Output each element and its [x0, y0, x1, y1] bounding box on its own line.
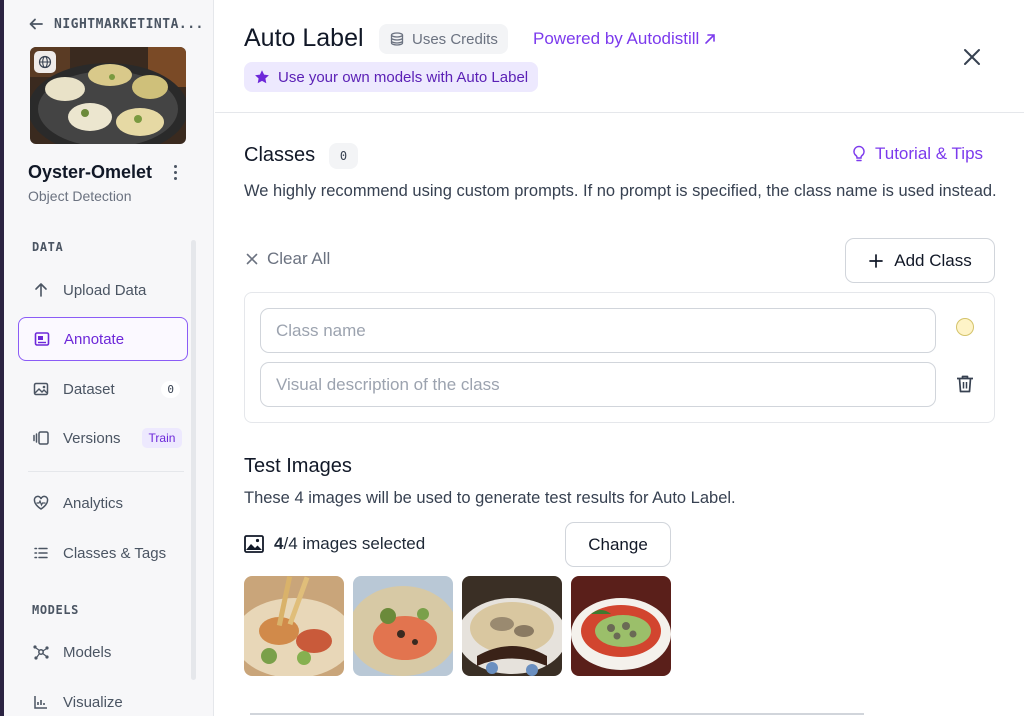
sidebar-item-label: Versions [63, 429, 121, 447]
project-title: Oyster-Omelet [28, 162, 153, 182]
sidebar-item-upload-data[interactable]: Upload Data [18, 268, 188, 312]
test-images-heading: Test Images [244, 455, 352, 477]
x-icon [246, 253, 258, 265]
uses-credits-badge: Uses Credits [379, 24, 508, 54]
sidebar-item-label: Models [63, 643, 112, 661]
sidebar-item-label: Analytics [63, 494, 124, 512]
class-description-input[interactable] [260, 362, 936, 407]
sidebar-item-analytics[interactable]: Analytics [18, 481, 188, 525]
test-image-thumbnail[interactable] [571, 576, 671, 676]
images-icon [33, 382, 49, 396]
star-icon [255, 70, 269, 84]
annotate-icon [34, 332, 50, 346]
list-icon [34, 547, 48, 559]
tutorial-tips-link[interactable]: Tutorial & Tips [851, 144, 983, 164]
trash-icon[interactable] [953, 372, 977, 396]
sidebar-item-label: Upload Data [63, 281, 147, 299]
classes-description: We highly recommend using custom prompts… [244, 182, 997, 200]
panel-header: Auto Label Uses Credits Powered by Autod… [215, 0, 1024, 113]
section-divider [250, 713, 864, 715]
section-label-data: DATA [32, 240, 64, 254]
tutorial-tips-label: Tutorial & Tips [875, 144, 984, 163]
selected-rest: /4 images selected [283, 534, 426, 553]
sidebar-item-annotate[interactable]: Annotate [18, 317, 188, 361]
images-selected-status: 4/4 images selected [244, 534, 425, 554]
back-to-project[interactable]: NIGHTMARKETINTA... [28, 16, 204, 32]
versions-icon [33, 431, 49, 445]
project-name: NIGHTMARKETINTA... [54, 16, 204, 32]
sidebar-item-label: Dataset [63, 380, 115, 398]
page-title: Auto Label [244, 24, 364, 52]
sidebar-item-visualize[interactable]: Visualize [18, 680, 188, 716]
use-own-models-button[interactable]: Use your own models with Auto Label [244, 62, 539, 92]
test-images-description: These 4 images will be used to generate … [244, 489, 736, 507]
sidebar-item-label: Visualize [63, 693, 123, 711]
add-class-button[interactable]: Add Class [845, 238, 995, 283]
class-name-input[interactable] [260, 308, 936, 353]
section-label-models: MODELS [32, 603, 79, 617]
test-image-thumbnail[interactable] [462, 576, 562, 676]
sidebar-scrollbar[interactable] [191, 240, 196, 680]
use-own-models-label: Use your own models with Auto Label [278, 68, 529, 86]
sidebar-item-models[interactable]: Models [18, 630, 188, 674]
sidebar-divider [28, 471, 184, 472]
project-type: Object Detection [28, 188, 132, 204]
upload-arrow-icon [35, 283, 47, 297]
sidebar-item-versions[interactable]: Versions Train [18, 416, 188, 460]
test-image-thumbnail[interactable] [244, 576, 344, 676]
external-link-icon [705, 34, 716, 44]
lightbulb-icon [853, 145, 865, 162]
dataset-count-badge: 0 [161, 380, 180, 398]
class-card [244, 292, 995, 423]
sidebar-item-label: Classes & Tags [63, 544, 167, 562]
project-thumbnail [30, 47, 186, 144]
heart-pulse-icon [33, 495, 49, 510]
sidebar-item-classes-tags[interactable]: Classes & Tags [18, 531, 188, 575]
test-image-thumbnails [244, 576, 671, 676]
arrow-left-icon[interactable] [28, 16, 44, 32]
sidebar-item-label: Annotate [64, 330, 125, 348]
powered-by-autodistill-link[interactable]: Powered by Autodistill [533, 29, 717, 49]
train-badge[interactable]: Train [141, 428, 183, 448]
change-button[interactable]: Change [565, 522, 671, 567]
more-options-icon[interactable] [170, 162, 180, 182]
clear-all-button[interactable]: Clear All [246, 249, 330, 269]
close-icon[interactable] [960, 45, 984, 69]
add-class-label: Add Class [894, 250, 972, 270]
class-color-picker[interactable] [956, 318, 974, 336]
classes-count-badge: 0 [329, 143, 358, 169]
classes-heading: Classes [244, 144, 316, 166]
sidebar: NIGHTMARKETINTA... Oyster-Omelet Object … [4, 0, 214, 716]
clear-all-label: Clear All [267, 249, 331, 268]
sidebar-item-dataset[interactable]: Dataset 0 [18, 367, 188, 411]
uses-credits-label: Uses Credits [412, 30, 498, 48]
powered-by-label: Powered by Autodistill [533, 29, 700, 48]
coins-icon [390, 32, 404, 46]
test-image-thumbnail[interactable] [353, 576, 453, 676]
auto-label-panel: Auto Label Uses Credits Powered by Autod… [215, 0, 1024, 716]
plus-icon [869, 253, 884, 268]
image-icon [244, 535, 264, 553]
chart-icon [34, 696, 47, 709]
nodes-icon [33, 645, 49, 660]
globe-icon [34, 51, 56, 73]
